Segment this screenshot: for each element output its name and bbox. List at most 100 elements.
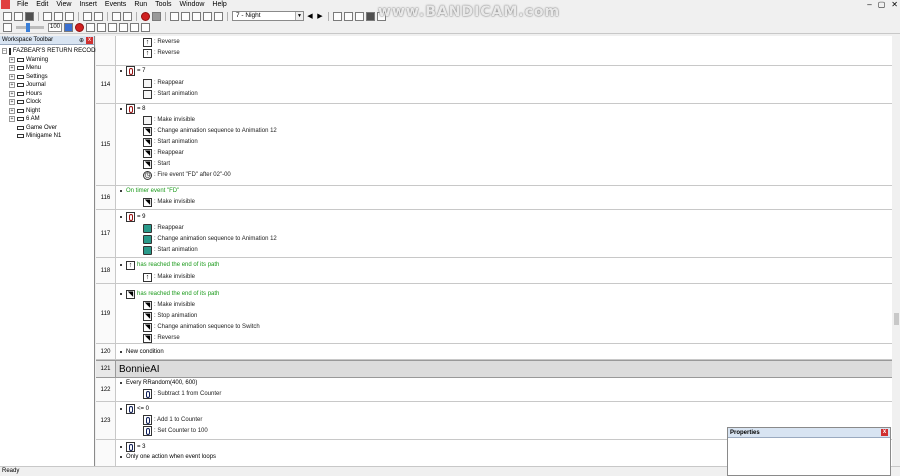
action-line[interactable]: : Reappear — [143, 223, 184, 233]
expand-icon[interactable]: + — [9, 82, 15, 89]
expand-icon[interactable]: + — [9, 65, 15, 72]
zoom-in-icon[interactable] — [333, 11, 342, 21]
record-icon[interactable] — [75, 23, 84, 32]
cut-icon[interactable] — [43, 11, 52, 21]
condition-line[interactable]: Every RRandom(400, 600) — [120, 378, 197, 388]
run-frame-icon[interactable] — [123, 11, 132, 21]
menu-view[interactable]: View — [52, 0, 75, 9]
event-row[interactable]: ↑: Reverse ↑: Reverse — [96, 36, 892, 66]
condition-line[interactable]: On timer event "FD" — [120, 186, 179, 196]
event-row[interactable]: 115 = 8 : Make invisible ◥: Change anima… — [96, 104, 892, 186]
align-icon[interactable] — [86, 23, 95, 32]
pin-icon[interactable]: ⊕ — [79, 37, 84, 44]
tree-frame[interactable]: + Night — [0, 107, 94, 116]
collapse-icon[interactable]: − — [2, 48, 7, 55]
event-row[interactable]: 119 ◥ has reached the end of its path ◥: … — [96, 284, 892, 344]
action-line[interactable]: : Start animation — [143, 245, 198, 255]
action-line[interactable]: ◥: Reappear — [143, 148, 184, 158]
action-line[interactable]: ◥: Start — [143, 159, 170, 169]
event-row[interactable]: 122 Every RRandom(400, 600) : Subtract 1… — [96, 378, 892, 402]
grid-icon[interactable] — [355, 11, 364, 21]
tree-frame[interactable]: + Hours — [0, 90, 94, 99]
condition-line[interactable]: = 8 — [120, 104, 146, 114]
chevron-down-icon[interactable]: ▼ — [295, 12, 303, 20]
condition-line[interactable]: = 9 — [120, 212, 146, 222]
frame-editor-icon[interactable] — [181, 11, 190, 21]
snap-icon[interactable] — [366, 11, 375, 21]
expand-icon[interactable]: + — [9, 116, 15, 123]
close-icon[interactable]: x — [881, 429, 888, 436]
tree-frame[interactable]: Minigame N1 — [0, 132, 94, 141]
event-row[interactable]: 118 ↑ has reached the end of its path ↑: … — [96, 258, 892, 284]
close-icon[interactable]: ✕ — [891, 0, 898, 9]
zoom-value-field[interactable]: 100 — [48, 23, 62, 32]
action-line[interactable]: ◥: Make invisible — [143, 300, 195, 310]
save-icon[interactable] — [25, 11, 34, 21]
expand-icon[interactable]: + — [9, 56, 15, 63]
tree-frame[interactable]: Game Over — [0, 124, 94, 133]
menu-file[interactable]: File — [13, 0, 32, 9]
action-line[interactable]: ◥: Change animation sequence to Switch — [143, 322, 260, 332]
action-line[interactable]: : Start animation — [143, 89, 198, 99]
action-line[interactable]: : Reappear — [143, 78, 184, 88]
action-line[interactable]: ◥: Change animation sequence to Animatio… — [143, 126, 277, 136]
action-line[interactable]: ↑: Make invisible — [143, 272, 195, 282]
magnifier-icon[interactable] — [3, 23, 12, 32]
event-row[interactable]: 114 = 7 : Reappear : Start animation — [96, 66, 892, 104]
tree-frame[interactable]: + Settings — [0, 73, 94, 82]
new-icon[interactable] — [3, 11, 12, 21]
distribute-icon[interactable] — [108, 23, 117, 32]
zoom-slider-thumb[interactable] — [26, 23, 30, 32]
undo-icon[interactable] — [83, 11, 92, 21]
scrollbar-thumb[interactable] — [894, 313, 899, 325]
tree-frame[interactable]: + Journal — [0, 81, 94, 90]
action-line[interactable]: ◥: Reverse — [143, 333, 180, 343]
condition-line[interactable]: Only one action when event loops — [120, 452, 216, 462]
next-frame-icon[interactable]: ▶ — [316, 12, 324, 20]
redo-icon[interactable] — [94, 11, 103, 21]
action-line[interactable]: : Change animation sequence to Animation… — [143, 234, 277, 244]
copy-icon[interactable] — [54, 11, 63, 21]
expand-icon[interactable]: + — [9, 90, 15, 97]
event-list-editor-icon[interactable] — [203, 11, 212, 21]
tree-frame[interactable]: + Menu — [0, 64, 94, 73]
action-line[interactable]: ↑: Reverse — [143, 48, 180, 58]
action-line[interactable]: ◥: Start animation — [143, 137, 198, 147]
pause-icon[interactable] — [152, 11, 161, 21]
event-editor-icon[interactable] — [192, 11, 201, 21]
expand-icon[interactable]: + — [9, 73, 15, 80]
tree-app[interactable]: − FAZBEAR'S RETURN RECODED — [0, 47, 104, 56]
menu-window[interactable]: Window — [176, 0, 209, 9]
action-line[interactable]: ◷: Fire event "FD" after 02"-00 — [143, 170, 231, 180]
tree-frame[interactable]: + Warning — [0, 56, 94, 65]
action-line[interactable]: : Add 1 to Counter — [143, 415, 202, 425]
vertical-scrollbar[interactable] — [892, 36, 900, 466]
menu-events[interactable]: Events — [101, 0, 130, 9]
action-line[interactable]: : Subtract 1 from Counter — [143, 389, 221, 399]
paste-icon[interactable] — [65, 11, 74, 21]
menu-edit[interactable]: Edit — [32, 0, 52, 9]
zoom-slider[interactable] — [16, 23, 44, 32]
event-row[interactable]: 120 New condition — [96, 344, 892, 360]
stop-icon[interactable] — [141, 11, 150, 21]
tree-frame[interactable]: +6 AM — [0, 115, 94, 124]
action-line[interactable]: ↑: Reverse — [143, 37, 180, 47]
expand-icon[interactable]: + — [9, 99, 15, 106]
storyboard-editor-icon[interactable] — [170, 11, 179, 21]
event-row[interactable]: 117 = 9 : Reappear : Change animation se… — [96, 210, 892, 258]
run-application-icon[interactable] — [112, 11, 121, 21]
event-group-header[interactable]: 121 BonnieAI — [96, 360, 892, 378]
library-icon[interactable] — [130, 23, 139, 32]
condition-line[interactable]: <= 0 — [120, 404, 149, 414]
action-line[interactable]: ◥: Stop animation — [143, 311, 197, 321]
menu-tools[interactable]: Tools — [151, 0, 175, 9]
close-icon[interactable]: x — [86, 37, 93, 44]
arrange-icon[interactable] — [97, 23, 106, 32]
minimize-icon[interactable]: – — [867, 0, 871, 9]
condition-line[interactable]: = 7 — [120, 66, 146, 76]
open-icon[interactable] — [14, 11, 23, 21]
zoom-out-icon[interactable] — [344, 11, 353, 21]
expand-icon[interactable]: + — [9, 107, 15, 114]
data-elements-icon[interactable] — [214, 11, 223, 21]
menu-run[interactable]: Run — [130, 0, 151, 9]
